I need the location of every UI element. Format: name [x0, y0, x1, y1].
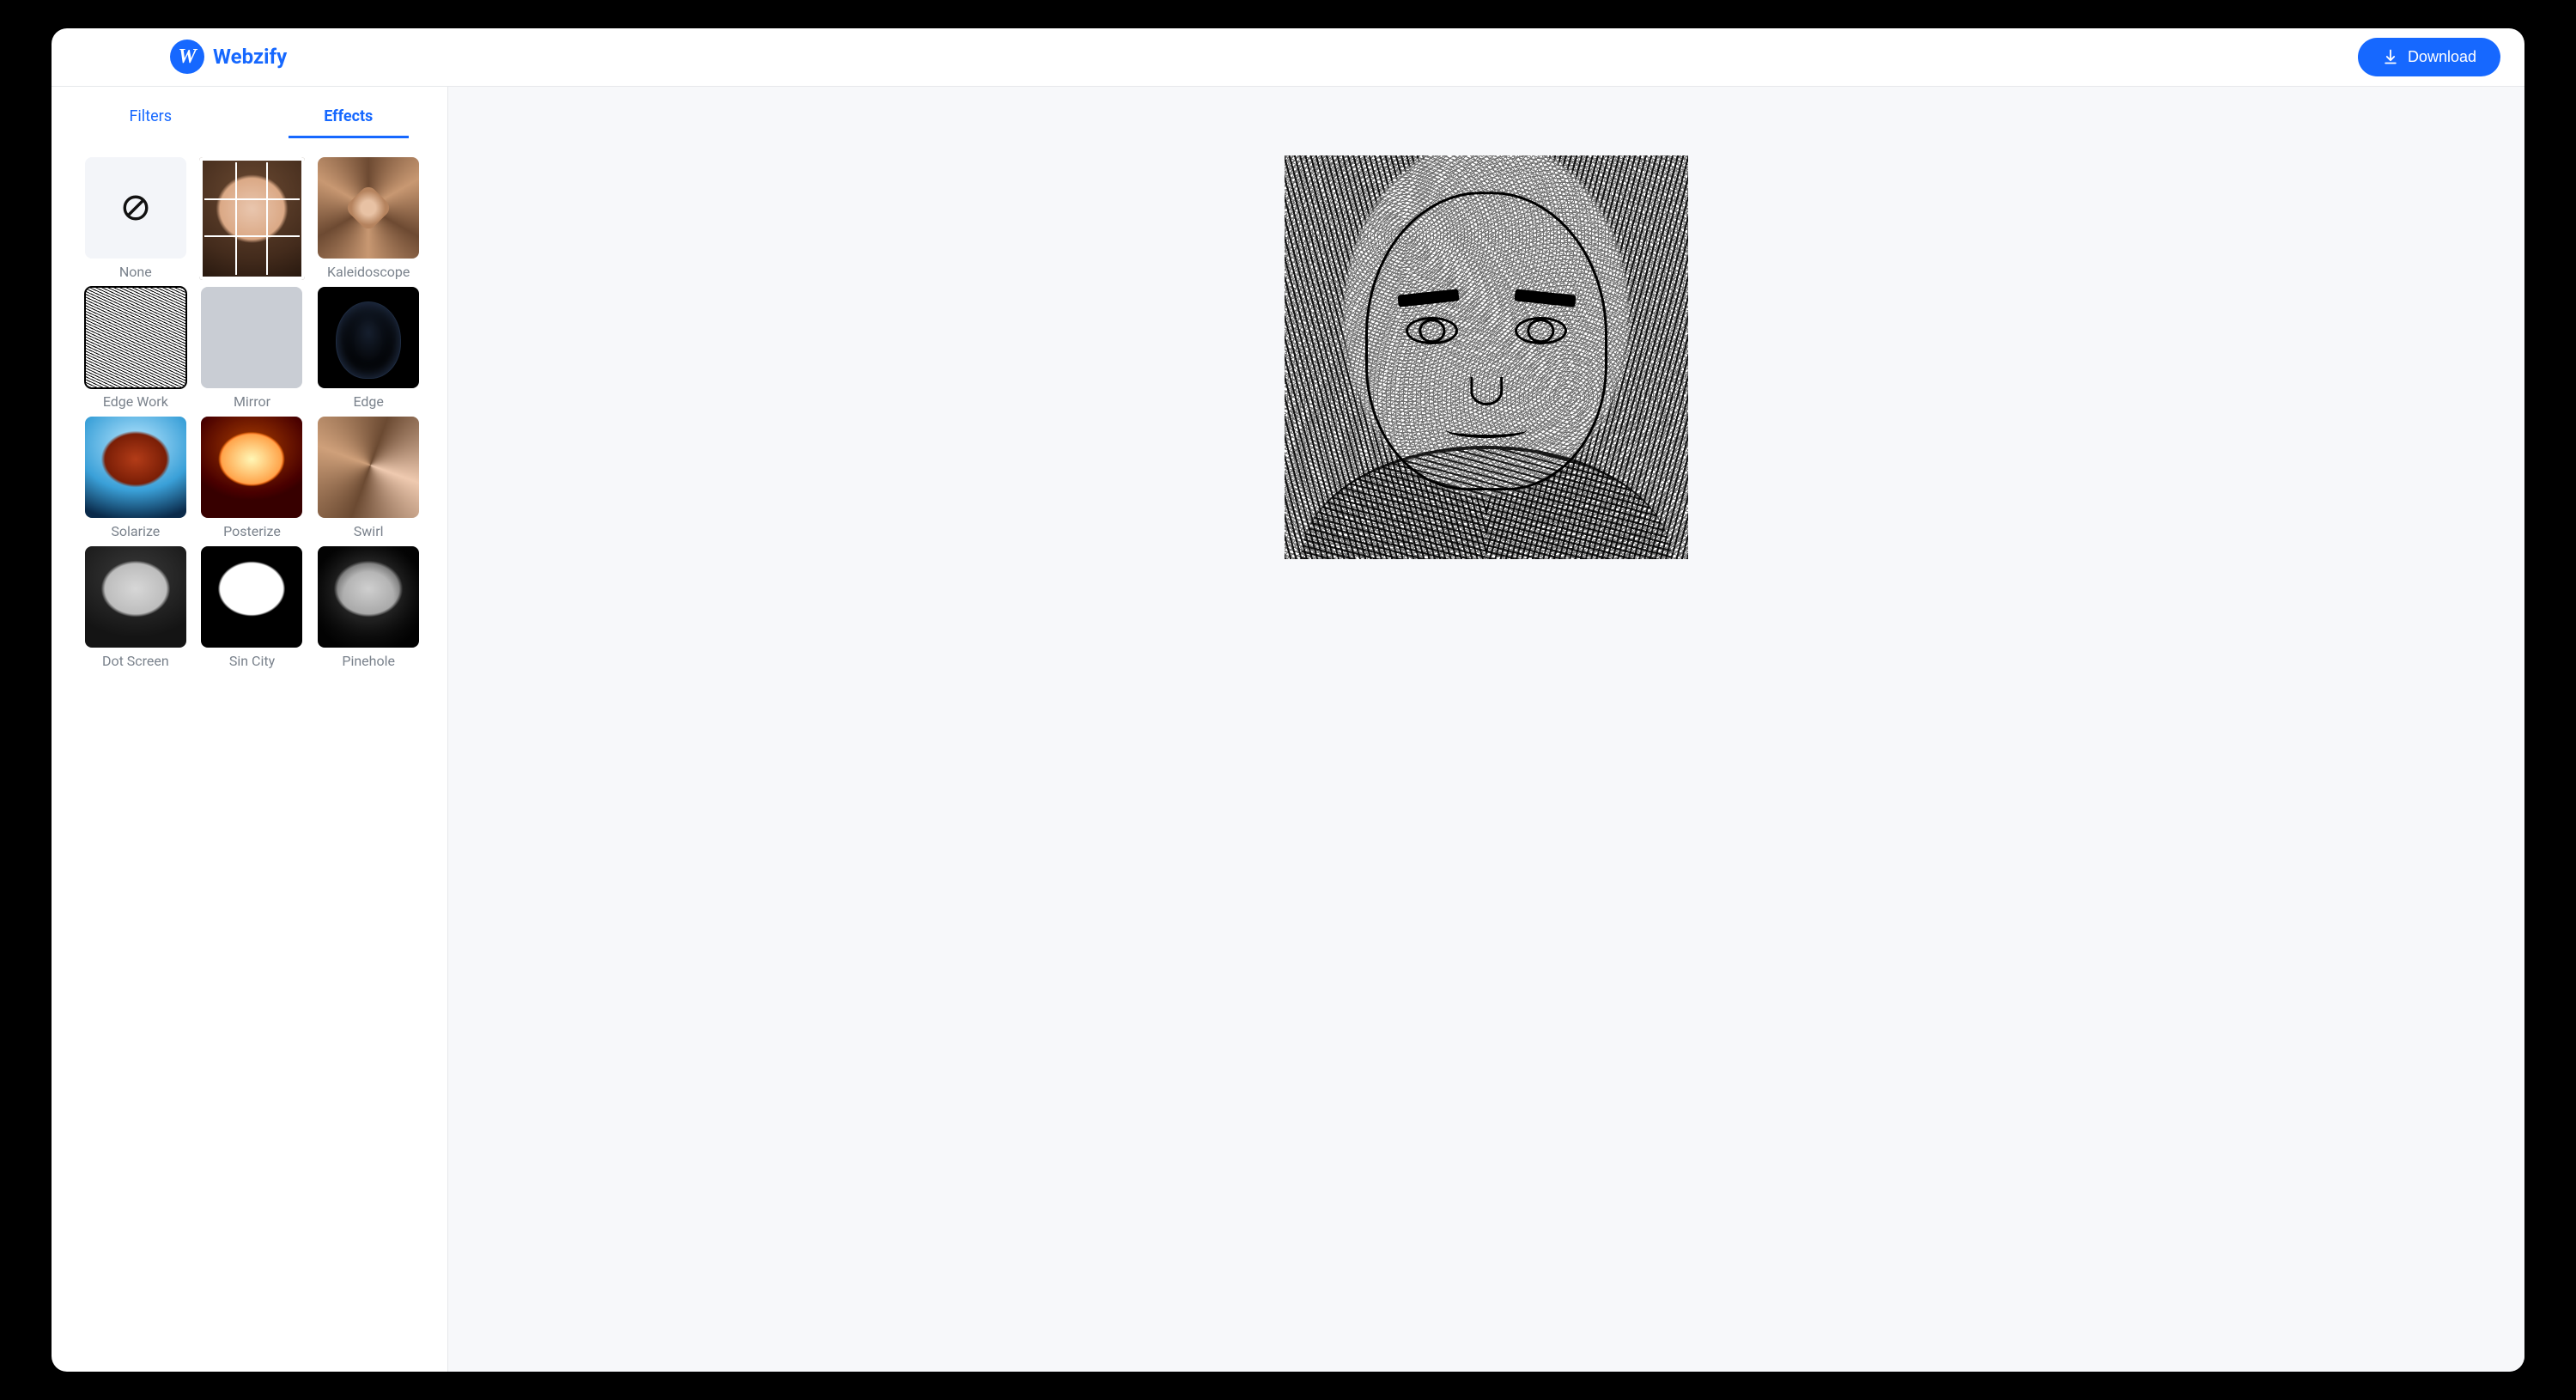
sidebar: Filters Effects None Ph: [52, 87, 448, 1373]
effect-none[interactable]: None: [82, 157, 189, 280]
content: Filters Effects None Ph: [52, 87, 2524, 1373]
effect-pinehole[interactable]: Pinehole: [315, 546, 422, 669]
effect-sin-city[interactable]: Sin City: [199, 546, 306, 669]
effect-label: None: [82, 264, 189, 280]
effect-thumb: [318, 417, 419, 518]
effect-mirror[interactable]: Mirror: [199, 287, 306, 410]
app-window: W Webzify Download Filters Effects: [52, 28, 2524, 1373]
effect-label: Posterize: [199, 523, 306, 539]
preview-image[interactable]: [1285, 155, 1688, 559]
effect-label: Edge: [315, 393, 422, 410]
effect-edge-work[interactable]: Edge Work: [82, 287, 189, 410]
preview-edge-work: [1285, 155, 1688, 559]
effect-thumb: [201, 417, 302, 518]
effect-thumb: [318, 546, 419, 648]
effect-posterize[interactable]: Posterize: [199, 417, 306, 539]
effect-label: Edge Work: [82, 393, 189, 410]
effect-thumb: [201, 546, 302, 648]
effect-thumb: [318, 287, 419, 388]
effect-label: Kaleidoscope: [315, 264, 422, 280]
effect-kaleidoscope[interactable]: Kaleidoscope: [315, 157, 422, 280]
tabs: Filters Effects: [52, 87, 447, 138]
effect-swirl[interactable]: Swirl: [315, 417, 422, 539]
effect-solarize[interactable]: Solarize: [82, 417, 189, 539]
logo-icon: W: [170, 40, 204, 74]
tab-filters[interactable]: Filters: [90, 95, 210, 138]
download-icon: [2382, 48, 2399, 65]
effects-grid: None Photo Spread Kaleidoscope Edge Work: [82, 157, 422, 669]
effect-label: Swirl: [315, 523, 422, 539]
effect-photo-spread[interactable]: Photo Spread: [199, 157, 306, 280]
effect-label: Solarize: [82, 523, 189, 539]
download-label: Download: [2408, 48, 2476, 66]
download-button[interactable]: Download: [2358, 38, 2500, 76]
effect-thumb: [201, 287, 302, 388]
effect-thumb: [85, 287, 186, 388]
effect-thumb: [199, 157, 306, 280]
effect-label: Dot Screen: [82, 653, 189, 669]
tab-effects[interactable]: Effects: [289, 95, 409, 138]
effect-label: Mirror: [199, 393, 306, 410]
brand-name: Webzify: [213, 45, 287, 69]
effect-thumb: [85, 546, 186, 648]
effect-label: Sin City: [199, 653, 306, 669]
preview-area: [448, 87, 2524, 1373]
none-icon: [85, 157, 186, 259]
effect-thumb: [85, 417, 186, 518]
brand[interactable]: W Webzify: [170, 40, 287, 74]
effect-dot-screen[interactable]: Dot Screen: [82, 546, 189, 669]
topbar: W Webzify Download: [52, 28, 2524, 87]
effects-panel[interactable]: None Photo Spread Kaleidoscope Edge Work: [52, 138, 447, 1373]
effect-edge[interactable]: Edge: [315, 287, 422, 410]
effect-label: Pinehole: [315, 653, 422, 669]
effect-thumb: [318, 157, 419, 259]
